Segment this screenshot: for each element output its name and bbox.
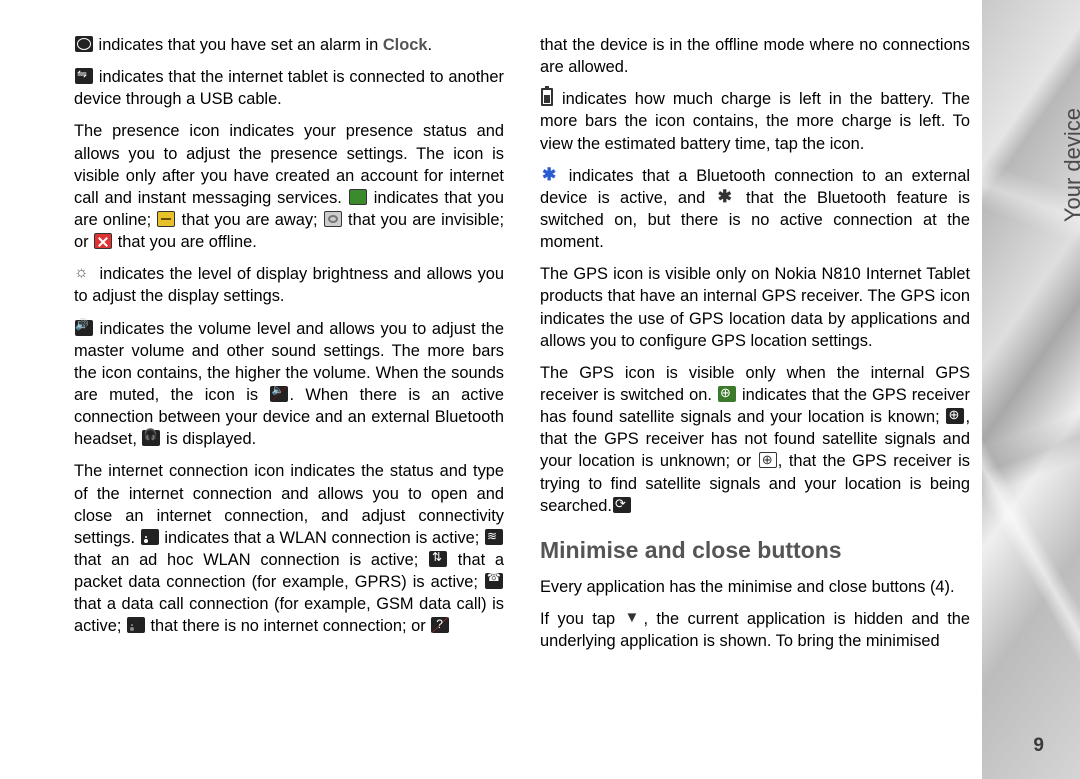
para-min-intro: Every application has the minimise and c… <box>540 576 970 598</box>
para-volume: indicates the volume level and allows yo… <box>74 318 504 451</box>
presence-online-icon <box>349 189 367 205</box>
offline-mode-icon <box>431 617 449 633</box>
minimise-icon <box>624 610 642 626</box>
gps-unknown-icon <box>759 452 777 468</box>
presence-invisible-icon <box>324 211 342 227</box>
no-connection-icon <box>127 617 145 633</box>
side-margin: Your device 9 <box>982 0 1080 779</box>
para-bluetooth: indicates that a Bluetooth connection to… <box>540 165 970 254</box>
bt-headset-icon <box>142 430 160 446</box>
usb-icon <box>75 68 93 84</box>
wlan-icon <box>141 529 159 545</box>
para-connection: The internet connection icon indicates t… <box>74 460 504 637</box>
para-gps-intro: The GPS icon is visible only on Nokia N8… <box>540 263 970 352</box>
packet-data-icon <box>429 551 447 567</box>
para-offline-cont: that the device is in the offline mode w… <box>540 34 970 78</box>
section-title: Your device <box>1060 108 1080 222</box>
para-presence: The presence icon indicates your presenc… <box>74 120 504 253</box>
text: is displayed. <box>161 430 256 448</box>
text: . <box>427 36 432 54</box>
para-min-tap: If you tap , the current application is … <box>540 608 970 652</box>
text: indicates that you have set an alarm in <box>94 36 383 54</box>
text: that you are away; <box>176 211 322 229</box>
para-usb: indicates that the internet tablet is co… <box>74 66 504 110</box>
text: indicates how much charge is left in the… <box>540 90 970 152</box>
volume-icon <box>75 320 93 336</box>
left-column: indicates that you have set an alarm in … <box>74 34 504 744</box>
heading-minimise-close: Minimise and close buttons <box>540 535 970 566</box>
wlan-adhoc-icon <box>485 529 503 545</box>
right-column: that the device is in the offline mode w… <box>540 34 970 744</box>
presence-offline-icon <box>94 233 112 249</box>
para-gps-states: The GPS icon is visible only when the in… <box>540 362 970 517</box>
page-number: 9 <box>1033 735 1044 757</box>
text: indicates the level of display brightnes… <box>74 265 504 305</box>
text: indicates that a WLAN connection is acti… <box>160 529 484 547</box>
page-content: indicates that you have set an alarm in … <box>74 34 970 744</box>
bluetooth-on-icon <box>717 189 735 205</box>
para-battery: indicates how much charge is left in the… <box>540 88 970 154</box>
bluetooth-active-icon <box>541 167 559 183</box>
data-call-icon <box>485 573 503 589</box>
presence-away-icon <box>157 211 175 227</box>
gps-searching-icon <box>613 497 631 513</box>
para-brightness: indicates the level of display brightnes… <box>74 263 504 307</box>
text: If you tap <box>540 610 623 628</box>
mute-icon <box>270 386 288 402</box>
clock-app-name: Clock <box>383 36 428 54</box>
alarm-clock-icon <box>75 36 93 52</box>
text: indicates that the internet tablet is co… <box>74 68 504 108</box>
gps-known-icon <box>946 408 964 424</box>
text: that there is no internet connection; or <box>146 617 430 635</box>
brightness-icon <box>75 265 93 281</box>
para-alarm: indicates that you have set an alarm in … <box>74 34 504 56</box>
text: that an ad hoc WLAN connection is active… <box>74 551 428 569</box>
battery-icon <box>541 88 553 106</box>
gps-found-icon <box>718 386 736 402</box>
text: that you are offline. <box>113 233 257 251</box>
